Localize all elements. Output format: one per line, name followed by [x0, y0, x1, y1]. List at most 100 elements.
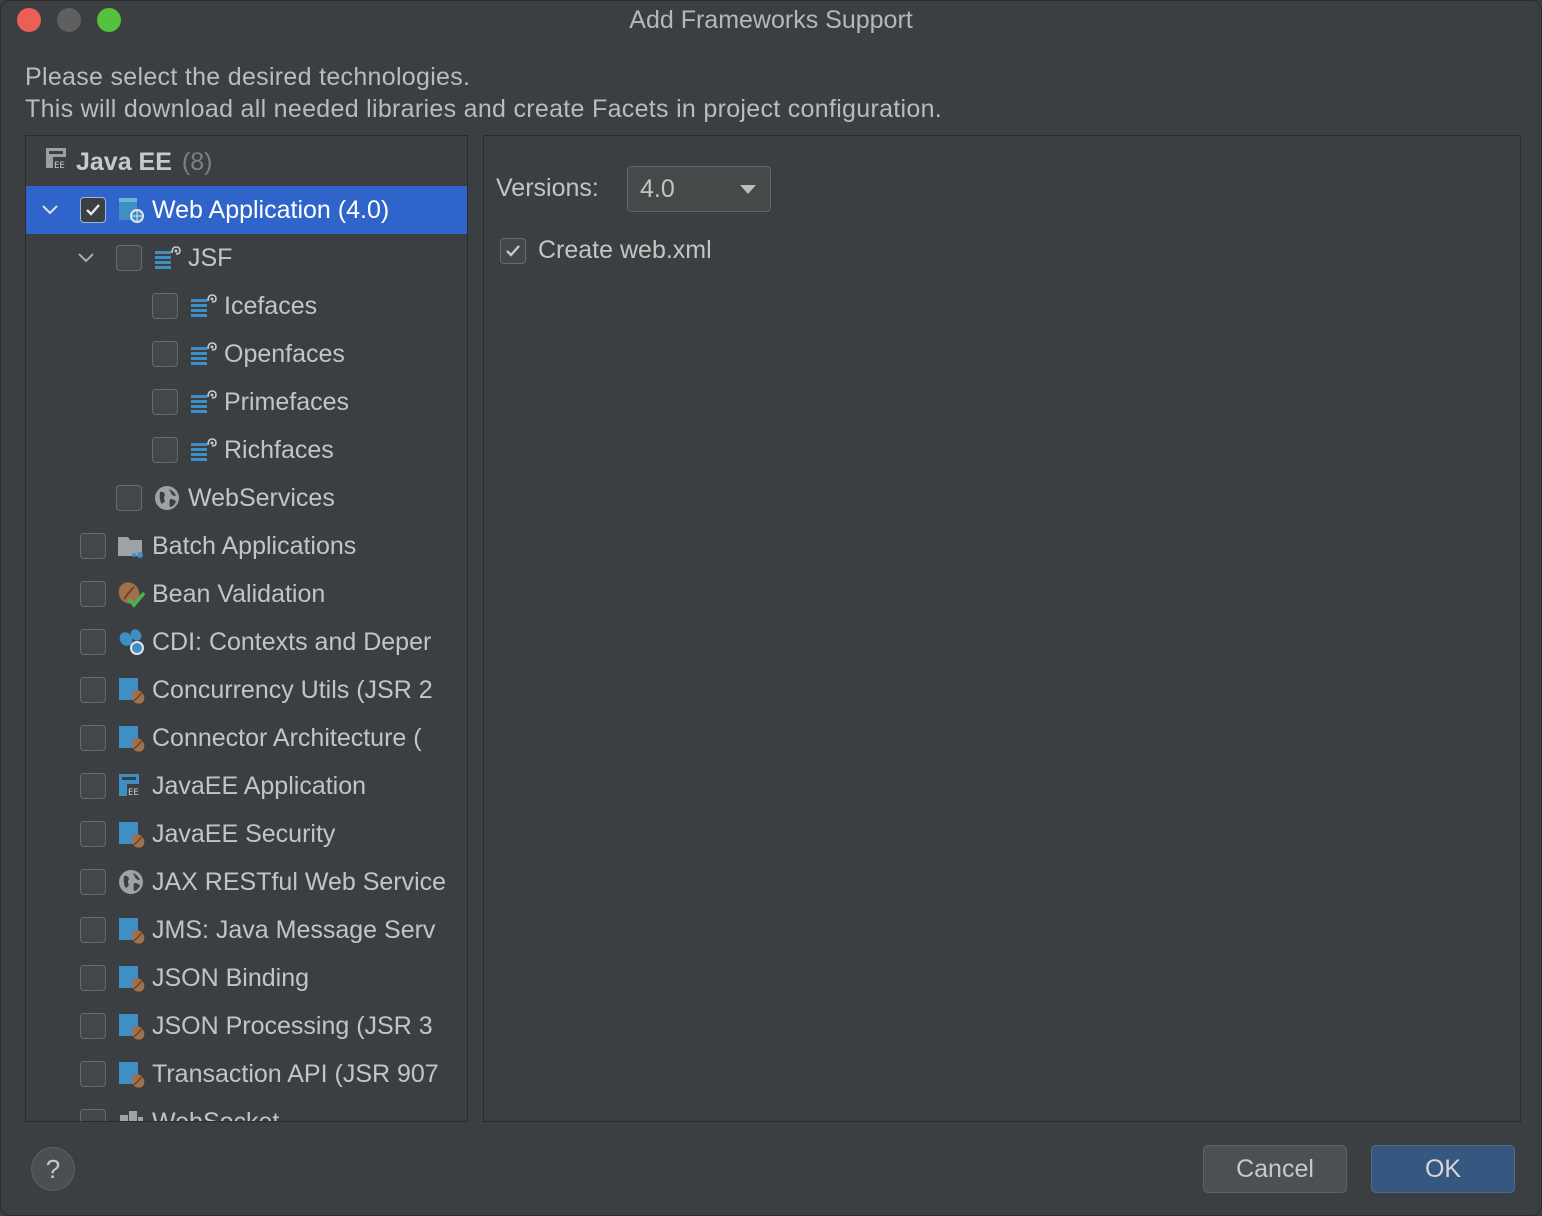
cancel-button[interactable]: Cancel — [1203, 1145, 1347, 1193]
tree-item-openfaces[interactable]: Openfaces — [26, 330, 467, 378]
tree-item-checkbox[interactable] — [152, 389, 178, 415]
tree-item-batch-applications[interactable]: Batch Applications — [26, 522, 467, 570]
tree-item-javaee-application[interactable]: EE JavaEE Application — [26, 762, 467, 810]
description-line-2: This will download all needed libraries … — [25, 95, 943, 123]
create-webxml-option[interactable]: Create web.xml — [500, 236, 712, 265]
tree-item-jsf[interactable]: JSF — [26, 234, 467, 282]
tree-item-primefaces[interactable]: Primefaces — [26, 378, 467, 426]
create-webxml-label: Create web.xml — [538, 236, 712, 264]
tree-item-label: Primefaces — [224, 387, 350, 416]
tree-item-checkbox[interactable] — [80, 533, 106, 559]
bean-validation-icon — [116, 579, 146, 609]
tree-item-label: Web Application (4.0) — [152, 195, 390, 224]
tree-item-checkbox[interactable] — [80, 629, 106, 655]
tree-item-json-processing-jsr-3[interactable]: JSON Processing (JSR 3 — [26, 1002, 467, 1050]
tree-item-label: JSON Processing (JSR 3 — [152, 1011, 433, 1040]
tree-item-checkbox[interactable] — [80, 197, 106, 223]
add-frameworks-dialog: Add Frameworks Support Please select the… — [0, 0, 1542, 1216]
framework-details-panel: Versions: 4.0 Create web.xml — [483, 135, 1521, 1122]
tree-item-cdi-contexts-and-deper[interactable]: CDI: Contexts and Deper — [26, 618, 467, 666]
tree-item-checkbox[interactable] — [80, 725, 106, 751]
tree-item-label: JSON Binding — [152, 963, 310, 992]
javaee-module-icon — [116, 723, 146, 753]
tree-item-checkbox[interactable] — [80, 1109, 106, 1121]
group-name: Java EE — [76, 147, 172, 176]
version-dropdown[interactable]: 4.0 — [627, 166, 771, 212]
tree-item-bean-validation[interactable]: Bean Validation — [26, 570, 467, 618]
group-count: (8) — [181, 147, 213, 176]
tree-item-websocket[interactable]: WebSocket — [26, 1098, 467, 1122]
tree-item-label: Concurrency Utils (JSR 2 — [152, 675, 433, 704]
globe-icon — [152, 483, 182, 513]
jsf-icon — [188, 339, 218, 369]
tree-item-label: Richfaces — [224, 435, 334, 464]
tree-item-checkbox[interactable] — [152, 437, 178, 463]
jsf-icon — [188, 435, 218, 465]
tree-item-checkbox[interactable] — [80, 581, 106, 607]
window-title: Add Frameworks Support — [629, 6, 913, 34]
ok-button[interactable]: OK — [1371, 1145, 1515, 1193]
tree-item-jax-restful-web-service[interactable]: JAX RESTful Web Service — [26, 858, 467, 906]
description-line-1: Please select the desired technologies. — [25, 63, 471, 91]
tree-item-concurrency-utils-jsr-2[interactable]: Concurrency Utils (JSR 2 — [26, 666, 467, 714]
version-value: 4.0 — [640, 174, 675, 203]
tree-item-label: WebServices — [188, 483, 335, 512]
tree-item-label: Openfaces — [224, 339, 345, 368]
tree-item-label: JSF — [188, 243, 233, 272]
javaee-module-icon — [116, 1059, 146, 1089]
tree-item-checkbox[interactable] — [152, 293, 178, 319]
jsf-icon — [152, 243, 182, 273]
web-app-icon — [116, 195, 146, 225]
tree-item-javaee-security[interactable]: JavaEE Security — [26, 810, 467, 858]
tree-item-checkbox[interactable] — [116, 485, 142, 511]
tree-item-icefaces[interactable]: Icefaces — [26, 282, 467, 330]
tree-item-label: CDI: Contexts and Deper — [152, 627, 432, 656]
tree-item-label: Batch Applications — [152, 531, 357, 560]
batch-folder-icon — [116, 531, 146, 561]
title-bar: Add Frameworks Support — [1, 1, 1541, 41]
tree-item-checkbox[interactable] — [80, 869, 106, 895]
javaee-module-icon — [116, 819, 146, 849]
javaee-module-icon — [116, 915, 146, 945]
tree-item-checkbox[interactable] — [80, 1013, 106, 1039]
javaee-app-icon: EE — [116, 771, 146, 801]
tree-item-checkbox[interactable] — [80, 821, 106, 847]
tree-item-checkbox[interactable] — [80, 1061, 106, 1087]
javaee-group-icon: EE — [44, 146, 70, 179]
tree-item-label: WebSocket — [152, 1107, 280, 1122]
versions-label: Versions: — [496, 174, 599, 202]
tree-item-checkbox[interactable] — [116, 245, 142, 271]
tree-item-webservices[interactable]: WebServices — [26, 474, 467, 522]
checkmark-icon — [506, 244, 520, 257]
tree-item-label: JavaEE Application — [152, 771, 367, 800]
tree-group-java-ee: EE Java EE (8) — [44, 146, 212, 178]
tree-item-connector-architecture[interactable]: Connector Architecture ( — [26, 714, 467, 762]
tree-item-checkbox[interactable] — [80, 677, 106, 703]
tree-item-checkbox[interactable] — [80, 917, 106, 943]
tree-item-checkbox[interactable] — [80, 965, 106, 991]
tree-item-label: JMS: Java Message Serv — [152, 915, 436, 944]
tree-item-label: Bean Validation — [152, 579, 326, 608]
tree-item-jms-java-message-serv[interactable]: JMS: Java Message Serv — [26, 906, 467, 954]
tree-item-label: Icefaces — [224, 291, 318, 320]
frameworks-tree[interactable]: EE Java EE (8) Web Application (4.0) JSF I… — [25, 135, 468, 1122]
chevron-down-icon[interactable] — [36, 199, 64, 222]
tree-item-richfaces[interactable]: Richfaces — [26, 426, 467, 474]
tree-item-transaction-api-jsr-907[interactable]: Transaction API (JSR 907 — [26, 1050, 467, 1098]
websocket-icon — [116, 1107, 146, 1121]
help-button[interactable]: ? — [31, 1147, 75, 1191]
tree-item-web-application-4-0[interactable]: Web Application (4.0) — [26, 186, 467, 234]
cdi-icon — [116, 627, 146, 657]
tree-item-label: Transaction API (JSR 907 — [152, 1059, 439, 1088]
tree-item-label: Connector Architecture ( — [152, 723, 422, 752]
tree-item-label: JavaEE Security — [152, 819, 336, 848]
tree-item-label: JAX RESTful Web Service — [152, 867, 447, 896]
svg-text:EE: EE — [128, 788, 139, 798]
tree-item-json-binding[interactable]: JSON Binding — [26, 954, 467, 1002]
jsf-icon — [188, 291, 218, 321]
tree-item-checkbox[interactable] — [152, 341, 178, 367]
chevron-down-icon[interactable] — [72, 247, 100, 270]
tree-item-checkbox[interactable] — [80, 773, 106, 799]
dialog-description: Please select the desired technologies. … — [25, 61, 942, 125]
create-webxml-checkbox[interactable] — [500, 237, 526, 264]
